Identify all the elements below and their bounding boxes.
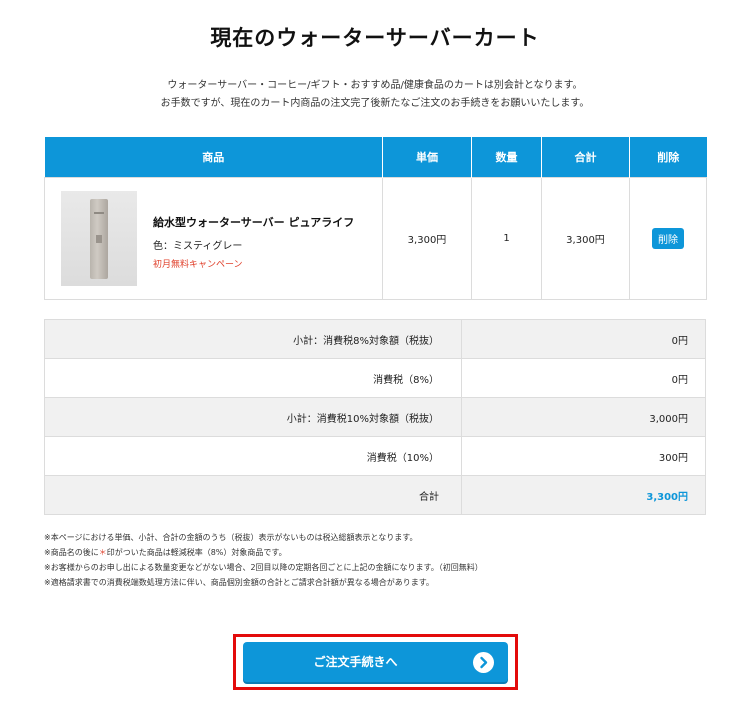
water-server-graphic <box>90 198 108 279</box>
campaign-label: 初月無料キャンペーン <box>153 259 243 270</box>
delete-button[interactable]: 削除 <box>652 227 684 249</box>
summary-row-tax-10: 消費税（10%） 300円 <box>44 436 706 476</box>
summary-row-total: 合計 3,300円 <box>44 475 706 515</box>
item-cell: 給水型ウォーターサーバー ピュアライフ 色：ミスティグレー 初月無料キャンペーン <box>44 176 383 300</box>
summary-label: 小計：消費税8%対象額（税抜） <box>44 319 462 359</box>
price-summary-table: 小計：消費税8%対象額（税抜） 0円 消費税（8%） 0円 小計：消費税10%対… <box>44 319 706 515</box>
cart-item-row: 給水型ウォーターサーバー ピュアライフ 色：ミスティグレー 初月無料キャンペーン… <box>44 176 707 300</box>
summary-row-subtotal-8: 小計：消費税8%対象額（税抜） 0円 <box>44 319 706 359</box>
header-quantity: 数量 <box>471 137 542 177</box>
note-invoice: ※適格請求書での消費税端数処理方法に伴い、商品個別金額の合計とご請求合計額が異な… <box>44 578 434 587</box>
header-total: 合計 <box>541 137 630 177</box>
summary-label: 小計：消費税10%対象額（税抜） <box>44 397 462 437</box>
quantity: 1 <box>471 176 542 300</box>
cart-table: 商品 単価 数量 合計 削除 給水型ウォーターサーバー ピュアライフ 色：ミステ… <box>44 137 707 300</box>
header-item: 商品 <box>44 137 383 177</box>
chevron-right-circle-icon <box>473 652 494 673</box>
cart-notice-line-1: ウォーターサーバー・コーヒー/ギフト・おすすめ品/健康食品のカートは別会計となり… <box>167 80 583 91</box>
notes: ※本ページにおける単価、小計、合計の金額のうち（税抜）表示がないものは税込総額表… <box>44 530 483 590</box>
product-color: 色：ミスティグレー <box>153 240 243 252</box>
summary-value: 0円 <box>461 358 706 398</box>
summary-label: 消費税（8%） <box>44 358 462 398</box>
note-reduced-rate-pre: ※商品名の後に <box>44 548 99 557</box>
summary-value: 0円 <box>461 319 706 359</box>
cart-header-row: 商品 単価 数量 合計 削除 <box>44 137 707 177</box>
product-image[interactable] <box>61 190 137 286</box>
delete-cell: 削除 <box>629 176 707 300</box>
note-tax-display: ※本ページにおける単価、小計、合計の金額のうち（税抜）表示がないものは税込総額表… <box>44 533 418 542</box>
checkout-label: ご注文手続きへ <box>313 655 398 669</box>
summary-value: 3,000円 <box>461 397 706 437</box>
total-label: 合計 <box>44 475 462 515</box>
product-name[interactable]: 給水型ウォーターサーバー ピュアライフ <box>153 214 354 230</box>
header-unit-price: 単価 <box>382 137 472 177</box>
note-reduced-rate-post: 印がついた商品は軽減税率（8%）対象商品です。 <box>106 548 287 557</box>
total-value: 3,300円 <box>461 475 706 515</box>
summary-value: 300円 <box>461 436 706 476</box>
checkout-button[interactable]: ご注文手続きへ <box>243 642 508 682</box>
note-subscription: ※お客様からのお申し出による数量変更などがない場合、2回目以降の定期各回ごとに上… <box>44 563 483 572</box>
summary-row-subtotal-10: 小計：消費税10%対象額（税抜） 3,000円 <box>44 397 706 437</box>
reduced-rate-star: ＊ <box>98 548 107 557</box>
summary-row-tax-8: 消費税（8%） 0円 <box>44 358 706 398</box>
item-info: 給水型ウォーターサーバー ピュアライフ 色：ミスティグレー 初月無料キャンペーン <box>153 214 354 270</box>
header-delete: 削除 <box>629 137 707 177</box>
note-reduced-rate: ※商品名の後に＊印がついた商品は軽減税率（8%）対象商品です。 <box>44 545 483 560</box>
page-title: 現在のウォーターサーバーカート <box>210 26 540 50</box>
line-total: 3,300円 <box>541 176 630 300</box>
cart-notice-line-2: お手数ですが、現在のカート内商品の注文完了後新たなご注文のお手続きをお願いいたし… <box>160 98 590 109</box>
cart-notice: ウォーターサーバー・コーヒー/ギフト・おすすめ品/健康食品のカートは別会計となり… <box>0 77 750 113</box>
unit-price: 3,300円 <box>382 176 472 300</box>
summary-label: 消費税（10%） <box>44 436 462 476</box>
